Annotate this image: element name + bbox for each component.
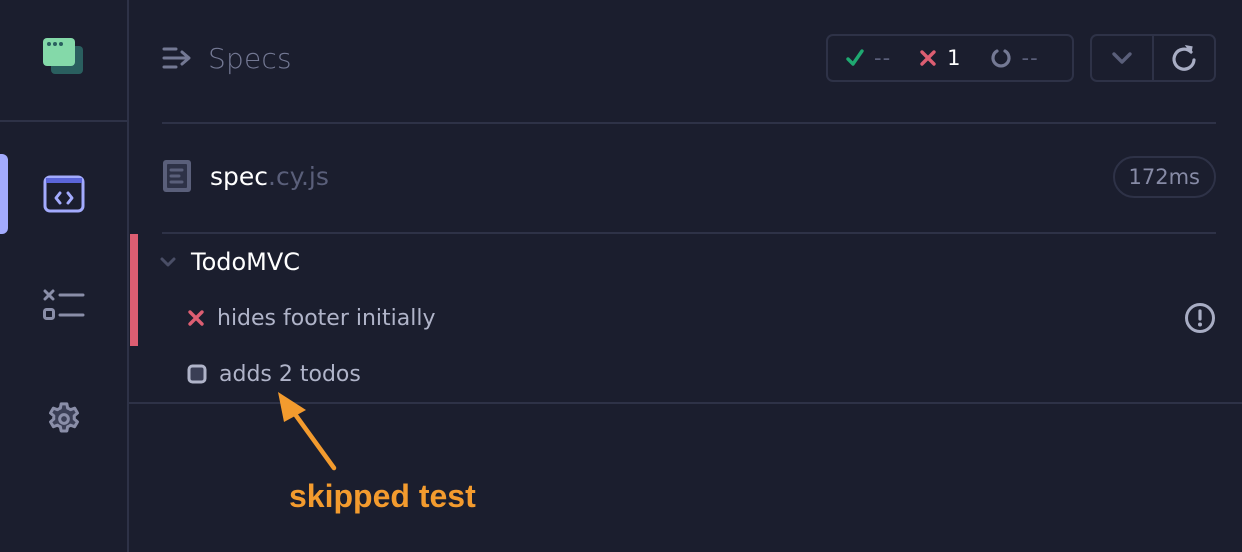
- specs-list-arrow-icon: [162, 47, 191, 69]
- pending-spinner-icon: [990, 49, 1011, 68]
- sidebar-item-settings[interactable]: [0, 378, 127, 458]
- header-actions: [1090, 34, 1216, 82]
- header-divider: [162, 122, 1216, 124]
- code-window-icon: [43, 175, 84, 213]
- file-divider: [162, 232, 1216, 234]
- test-results-icon: [42, 289, 84, 320]
- test-row-skipped[interactable]: adds 2 todos: [187, 356, 361, 392]
- suite-title: TodoMVC: [191, 248, 301, 276]
- skipped-square-icon: [187, 364, 207, 384]
- spec-file-base: spec: [210, 161, 269, 191]
- header-title: Specs: [162, 34, 292, 82]
- x-icon: [920, 50, 936, 66]
- stat-pending: --: [990, 46, 1039, 70]
- test-title: hides footer initially: [217, 305, 436, 331]
- spec-file-row: spec.cy.js 172ms: [162, 154, 1216, 198]
- sidebar: [0, 0, 129, 552]
- spec-file-extension: .cy.js: [268, 161, 329, 191]
- gear-icon: [48, 402, 79, 433]
- annotation-arrow-icon: [278, 392, 337, 471]
- pending-count: --: [1021, 46, 1039, 70]
- check-icon: [846, 49, 864, 66]
- duration-badge: 172ms: [1112, 156, 1216, 198]
- rerun-button[interactable]: [1152, 36, 1214, 80]
- spec-file-name: spec.cy.js: [210, 162, 329, 191]
- page-title: Specs: [208, 41, 292, 75]
- stat-passed: --: [846, 46, 891, 70]
- failure-indicator-bar: [130, 234, 138, 346]
- stat-failed: 1: [919, 46, 961, 70]
- header: Specs -- 1 --: [162, 34, 1216, 82]
- test-title: adds 2 todos: [219, 361, 361, 387]
- chevron-down-icon: [160, 257, 176, 267]
- passed-count: --: [874, 46, 892, 70]
- failed-count: 1: [947, 46, 962, 70]
- collapse-toggle-button[interactable]: [1092, 36, 1152, 80]
- test-stats: -- 1 --: [826, 34, 1074, 82]
- test-row-failed[interactable]: hides footer initially: [187, 300, 1216, 336]
- sidebar-item-specs[interactable]: [0, 154, 127, 234]
- suite-row[interactable]: TodoMVC: [159, 244, 300, 280]
- logo-area: [0, 0, 127, 122]
- x-icon: [188, 310, 204, 326]
- app-logo-icon: [43, 38, 83, 74]
- sidebar-item-runs[interactable]: [0, 266, 127, 346]
- annotation-label: skipped test: [289, 478, 476, 514]
- document-icon: [163, 160, 191, 192]
- chevron-down-icon: [1112, 52, 1132, 64]
- cypress-runner: Specs -- 1 -- spec.cy.js 172ms TodoMVC h…: [0, 0, 1242, 552]
- refresh-icon: [1172, 45, 1196, 71]
- error-alert-icon[interactable]: [1184, 302, 1216, 334]
